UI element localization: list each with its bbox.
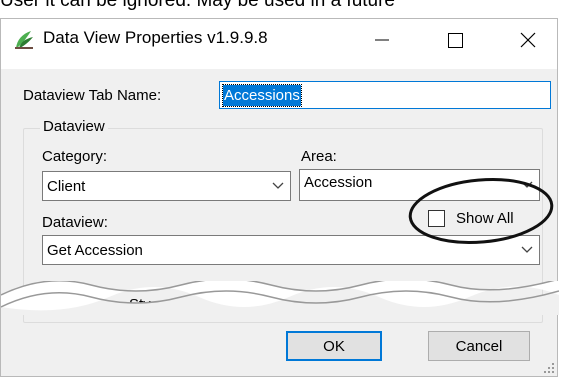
cancel-button[interactable]: Cancel bbox=[428, 331, 530, 361]
minimize-button[interactable] bbox=[359, 19, 405, 63]
dataview-group-title: Dataview bbox=[40, 118, 108, 136]
torn-edge-divider bbox=[1, 281, 559, 315]
dataview-label: Dataview: bbox=[42, 214, 108, 231]
category-combobox[interactable]: Client bbox=[42, 171, 291, 201]
category-value: Client bbox=[47, 177, 86, 195]
tutorial-caption: User it can be ignored. May be used in a… bbox=[0, 0, 396, 11]
category-label: Category: bbox=[42, 148, 108, 165]
window-title: Data View Properties v1.9.9.8 bbox=[43, 28, 268, 47]
data-view-properties-dialog: Data View Properties v1.9.9.8 Dataview T… bbox=[0, 18, 559, 377]
dataview-value: Get Accession bbox=[47, 241, 143, 259]
maximize-button[interactable] bbox=[433, 19, 479, 63]
highlight-ellipse bbox=[408, 178, 554, 244]
area-value: Accession bbox=[304, 173, 373, 191]
chevron-down-icon bbox=[521, 246, 533, 253]
maximize-icon bbox=[448, 33, 463, 48]
title-bar[interactable]: Data View Properties v1.9.9.8 bbox=[1, 19, 557, 69]
tab-name-input[interactable]: Accessions bbox=[219, 81, 551, 109]
resize-grip-icon[interactable] bbox=[543, 362, 555, 374]
minimize-icon bbox=[375, 39, 389, 41]
close-icon bbox=[520, 32, 536, 48]
tab-name-value: Accessions bbox=[222, 84, 302, 107]
ok-button[interactable]: OK bbox=[286, 331, 382, 361]
area-label: Area: bbox=[301, 148, 337, 165]
chevron-down-icon bbox=[272, 182, 284, 189]
sprout-app-icon bbox=[15, 31, 33, 49]
close-button[interactable] bbox=[505, 19, 551, 63]
tab-name-label: Dataview Tab Name: bbox=[23, 87, 162, 104]
